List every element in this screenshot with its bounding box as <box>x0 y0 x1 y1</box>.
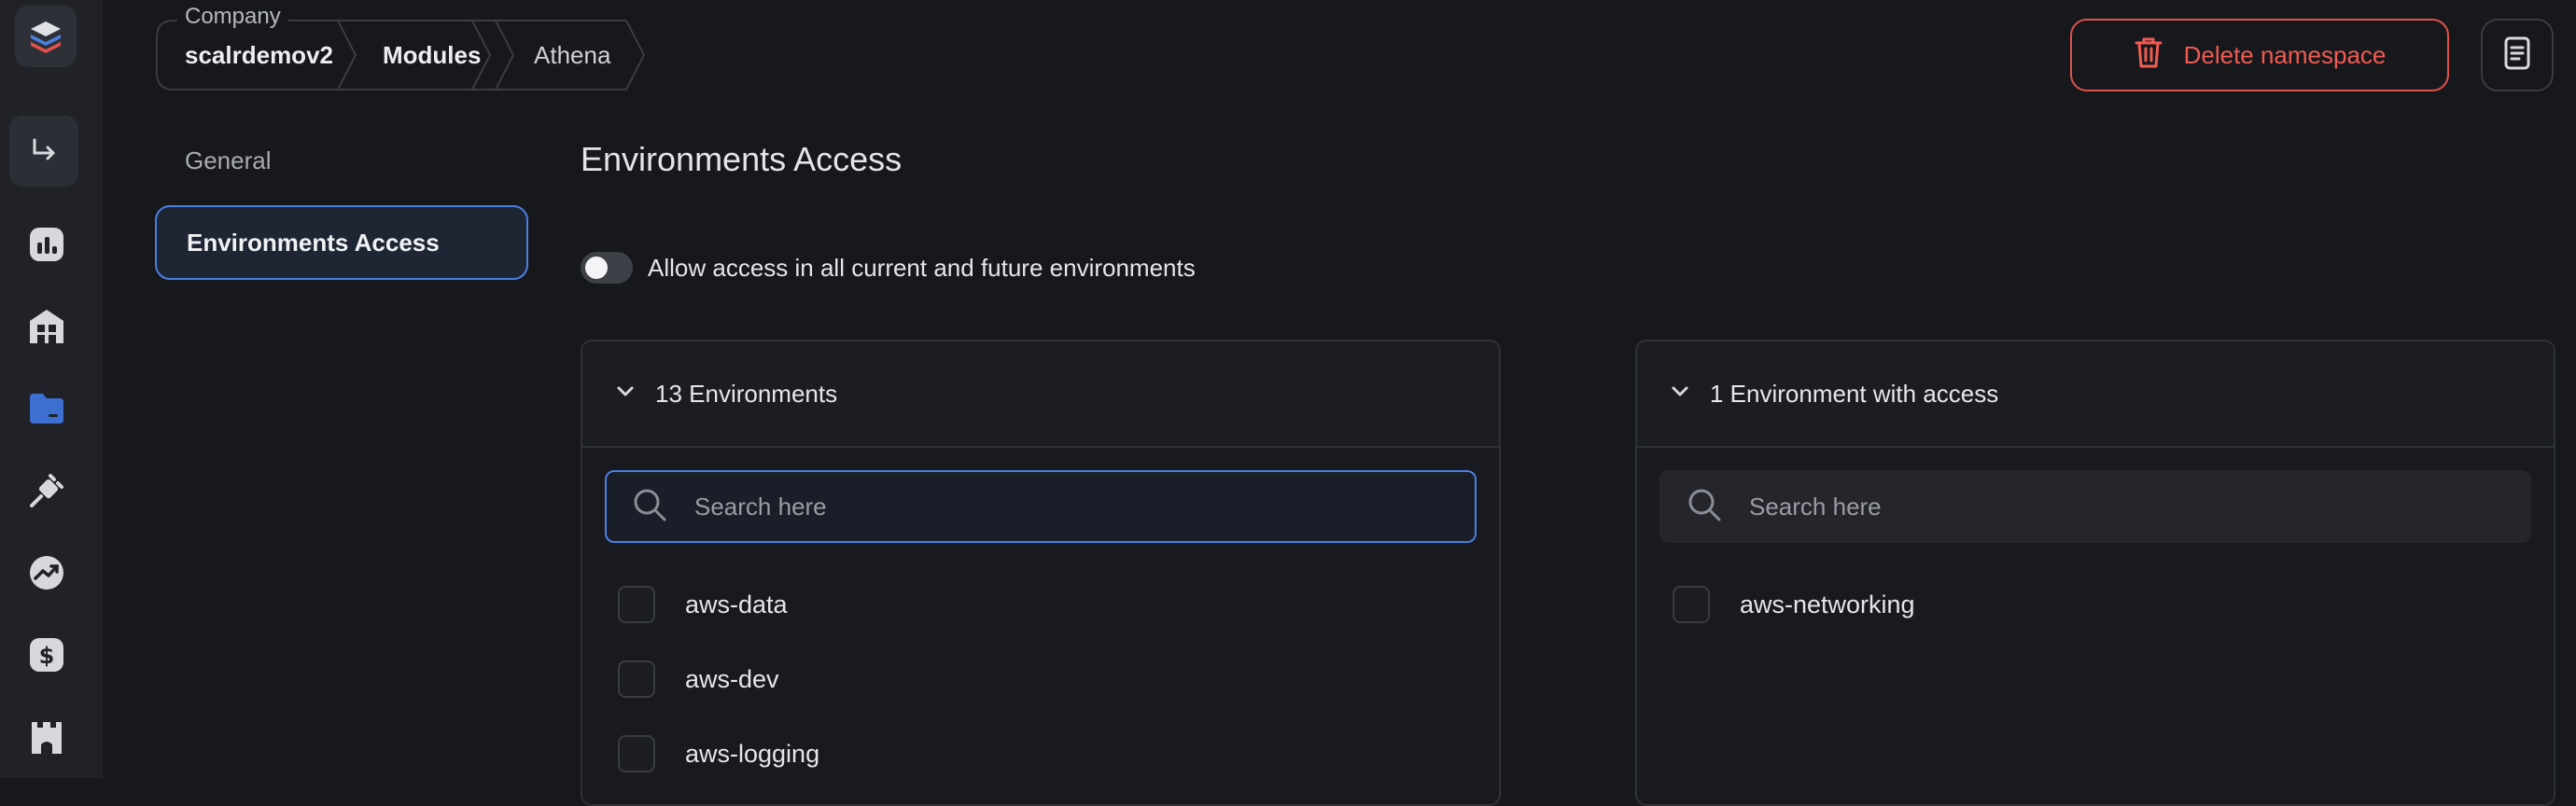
available-environments-panel: 13 Environments aws-data aws-dev aws-log… <box>581 340 1501 806</box>
delete-namespace-label: Delete namespace <box>2183 40 2387 69</box>
available-search-field[interactable] <box>605 470 1477 543</box>
access-search-input[interactable] <box>1747 491 2479 522</box>
access-search-field[interactable] <box>1659 470 2531 543</box>
allow-all-toggle-label: Allow access in all current and future e… <box>648 254 1196 282</box>
logo-icon[interactable] <box>15 6 77 67</box>
list-item[interactable]: aws-networking <box>1673 584 1915 625</box>
access-panel-title: 1 Environment with access <box>1710 379 1999 408</box>
access-environments-panel: 1 Environment with access aws-networking <box>1635 340 2555 806</box>
checkbox[interactable] <box>618 586 655 623</box>
environment-name: aws-data <box>685 590 788 618</box>
access-panel-header[interactable]: 1 Environment with access <box>1637 341 2554 448</box>
available-search-input[interactable] <box>693 491 1424 522</box>
menu-item-environments-access[interactable]: Environments Access <box>155 205 528 280</box>
plug-icon[interactable] <box>0 450 93 532</box>
checkbox[interactable] <box>618 660 655 698</box>
environment-name: aws-logging <box>685 739 820 768</box>
menu-item-label: Environments Access <box>187 228 440 257</box>
trash-icon <box>2134 35 2163 76</box>
collapse-icon[interactable] <box>9 116 78 187</box>
castle-icon[interactable] <box>0 696 93 778</box>
trend-icon[interactable] <box>0 532 93 614</box>
chevron-down-icon[interactable] <box>1669 380 1691 409</box>
document-icon <box>2503 35 2531 76</box>
breadcrumb-item-company[interactable]: scalrdemov2 <box>185 41 333 70</box>
page-title: Environments Access <box>581 140 903 178</box>
menu-item-general[interactable]: General <box>185 146 272 175</box>
left-rail: $ <box>0 0 103 778</box>
chevron-down-icon[interactable] <box>614 380 637 409</box>
list-item[interactable]: aws-logging <box>618 733 819 774</box>
search-icon <box>631 486 668 528</box>
environment-name: aws-networking <box>1740 590 1915 618</box>
available-panel-title: 13 Environments <box>655 379 838 408</box>
breadcrumb-legend: Company <box>177 4 288 30</box>
delete-namespace-button[interactable]: Delete namespace <box>2070 19 2449 91</box>
svg-text:$: $ <box>39 643 55 669</box>
list-item[interactable]: aws-data <box>618 584 788 625</box>
environment-name: aws-dev <box>685 664 779 693</box>
list-item[interactable]: aws-dev <box>618 659 779 700</box>
checkbox[interactable] <box>618 735 655 772</box>
allow-all-toggle[interactable] <box>581 252 633 284</box>
search-icon <box>1686 486 1723 528</box>
available-panel-header[interactable]: 13 Environments <box>582 341 1499 448</box>
dashboard-icon[interactable] <box>0 203 93 285</box>
breadcrumb-item-current: Athena <box>534 41 611 69</box>
building-icon[interactable] <box>0 285 93 368</box>
dollar-icon[interactable]: $ <box>0 614 93 696</box>
document-button[interactable] <box>2481 19 2554 91</box>
breadcrumb-item-modules[interactable]: Modules <box>383 41 481 70</box>
checkbox[interactable] <box>1673 586 1710 623</box>
folder-icon[interactable] <box>0 368 93 450</box>
